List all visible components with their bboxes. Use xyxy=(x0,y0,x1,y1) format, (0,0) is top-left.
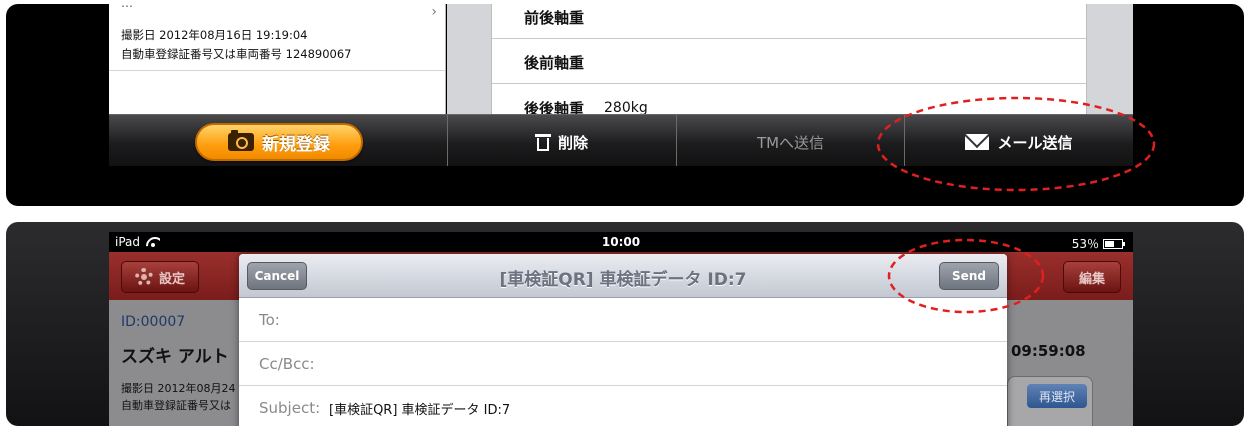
clipped-title: … xyxy=(121,4,133,10)
registration-label: 自動車登録証番号又は xyxy=(121,399,231,412)
status-bar: iPad 10:00 53％ xyxy=(109,232,1133,252)
detail-row-front-rear-axle: 前後軸重 xyxy=(492,4,1086,39)
reselect-button[interactable]: 再選択 xyxy=(1027,384,1087,408)
to-field[interactable]: To: xyxy=(239,298,1007,342)
ipad-screen-bottom: iPad 10:00 53％ 設定 編集 ID:00007 スズキ アルト 撮影… xyxy=(109,232,1133,426)
send-mail-label: メール送信 xyxy=(997,133,1073,152)
list-divider xyxy=(109,70,445,71)
new-registration-button[interactable]: 新規登録 xyxy=(195,123,363,161)
chevron-right-icon[interactable]: › xyxy=(431,4,437,20)
registration-number: 自動車登録証番号又は車両番号 124890067 xyxy=(121,47,352,61)
capture-time: 09:59:08 xyxy=(1011,342,1086,360)
settings-label: 設定 xyxy=(158,271,185,287)
ccbcc-field[interactable]: Cc/Bcc: xyxy=(239,342,1007,386)
battery-icon xyxy=(1103,238,1125,249)
settings-button[interactable]: 設定 xyxy=(121,261,199,293)
detail-card: 前後軸重 後前軸重 後後軸重 280kg xyxy=(491,4,1087,130)
mail-compose-navbar: Cancel [車検証QR] 車検証データ ID:7 Send xyxy=(239,254,1007,298)
subject-value: [車検証QR] 車検証データ ID:7 xyxy=(329,403,511,418)
detail-label: 前後軸重 xyxy=(524,9,585,27)
mail-compose-sheet: Cancel [車検証QR] 車検証データ ID:7 Send To: Cc/B… xyxy=(239,254,1007,426)
to-label: To: xyxy=(259,311,280,329)
bottom-screenshot-panel: iPad 10:00 53％ 設定 編集 ID:00007 スズキ アルト 撮影… xyxy=(6,222,1244,426)
capture-date: 撮影日 2012年08月16日 19:19:04 xyxy=(121,28,308,42)
trash-icon xyxy=(534,133,551,151)
capture-date: 撮影日 2012年08月24 xyxy=(121,382,236,395)
send-mail-button[interactable]: メール送信 xyxy=(905,115,1133,166)
clock: 10:00 xyxy=(601,235,641,249)
battery-percent: 53％ xyxy=(1071,237,1099,251)
send-button[interactable]: Send xyxy=(939,262,999,290)
vehicle-name: スズキ アルト xyxy=(121,347,229,367)
send-to-tm-button[interactable]: TMへ送信 xyxy=(677,115,904,166)
edit-label: 編集 xyxy=(1078,271,1105,287)
delete-button[interactable]: 削除 xyxy=(448,115,676,166)
subject-label: Subject: xyxy=(259,399,321,417)
ccbcc-label: Cc/Bcc: xyxy=(259,355,315,373)
top-screenshot-panel: … › 撮影日 2012年08月16日 19:19:04 自動車登録証番号又は車… xyxy=(6,4,1244,206)
bottom-toolbar: 新規登録 削除 TMへ送信 メール送信 xyxy=(109,114,1133,166)
gear-icon xyxy=(134,268,153,286)
envelope-icon xyxy=(965,134,990,150)
detail-row-rear-front-axle: 後前軸重 xyxy=(492,40,1086,84)
ipad-screen-top: … › 撮影日 2012年08月16日 19:19:04 自動車登録証番号又は車… xyxy=(109,4,1133,166)
mail-title: [車検証QR] 車検証データ ID:7 xyxy=(499,270,747,290)
delete-label: 削除 xyxy=(557,133,588,152)
subject-field[interactable]: Subject: [車検証QR] 車検証データ ID:7 xyxy=(239,386,1007,426)
record-list: … › 撮影日 2012年08月16日 19:19:04 自動車登録証番号又は車… xyxy=(109,4,446,116)
detail-pane: 前後軸重 後前軸重 後後軸重 280kg xyxy=(447,4,1133,130)
edit-button[interactable]: 編集 xyxy=(1063,261,1121,293)
detail-label: 後前軸重 xyxy=(524,54,585,72)
camera-icon xyxy=(228,130,254,151)
new-registration-label: 新規登録 xyxy=(262,134,330,155)
record-id: ID:00007 xyxy=(121,314,186,330)
send-to-tm-label: TMへ送信 xyxy=(756,133,825,152)
